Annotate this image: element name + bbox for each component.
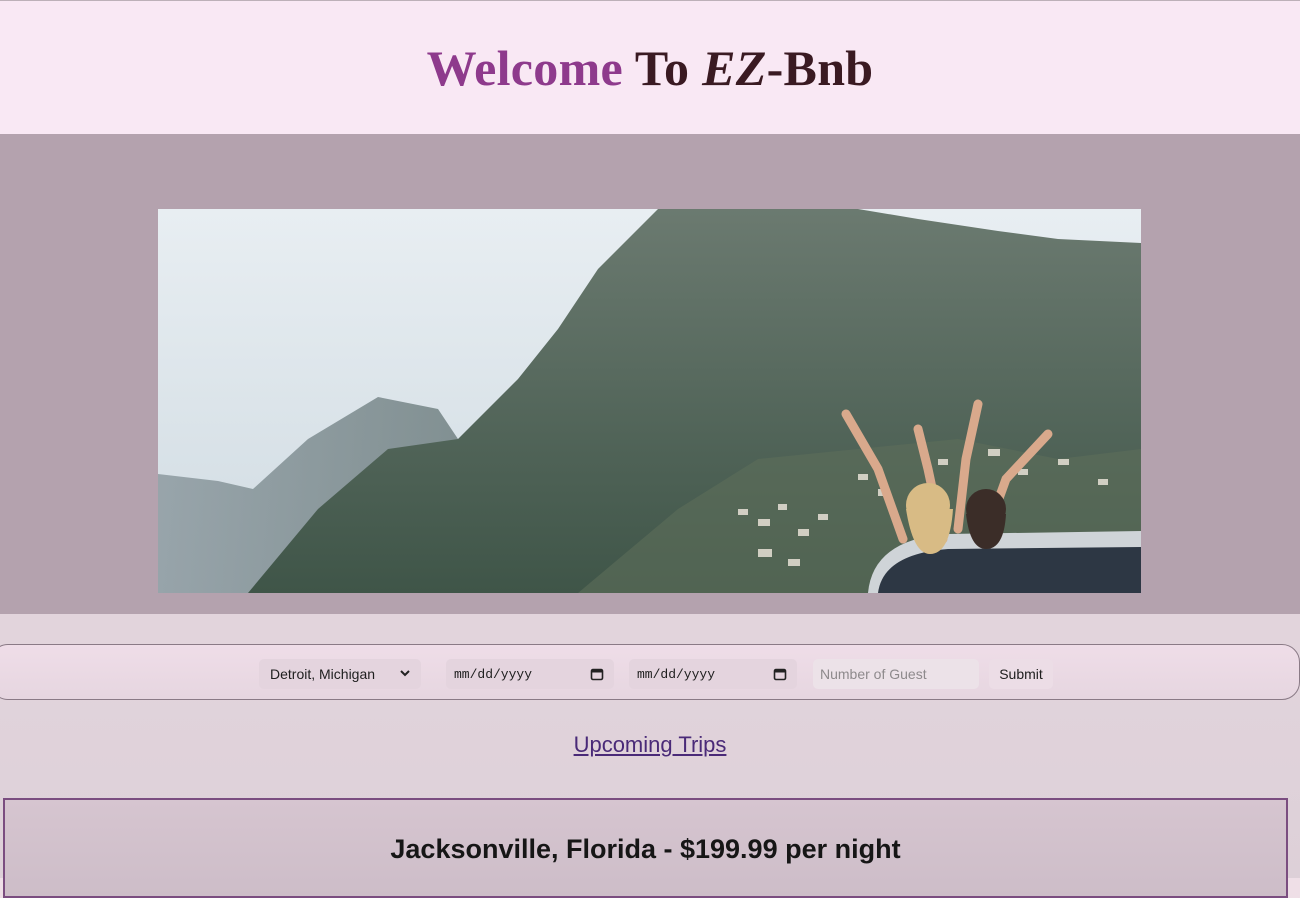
title-welcome: Welcome [426, 39, 624, 96]
title-bnb: -Bnb [766, 39, 874, 96]
check-out-placeholder: mm/dd/yyyy [637, 666, 716, 682]
hero-banner [0, 134, 1300, 614]
chevron-down-icon [400, 670, 410, 677]
page-title: Welcome To EZ-Bnb [427, 39, 874, 97]
hero-image [158, 209, 1141, 593]
check-in-date-input[interactable]: mm/dd/yyyy [446, 659, 614, 689]
site-header: Welcome To EZ-Bnb [0, 0, 1300, 134]
calendar-icon[interactable] [773, 667, 787, 681]
upcoming-trips-link[interactable]: Upcoming Trips [574, 732, 727, 757]
title-to: To [623, 39, 703, 96]
location-value: Detroit, Michigan [270, 666, 376, 682]
guests-placeholder: Number of Guest [820, 666, 927, 682]
submit-label: Submit [999, 666, 1043, 682]
booking-form: Detroit, Michigan mm/dd/yyyy mm/dd/yyyy … [0, 644, 1300, 700]
calendar-icon[interactable] [590, 667, 604, 681]
upcoming-trips-section: Upcoming Trips [0, 732, 1300, 758]
guests-input[interactable]: Number of Guest [813, 659, 979, 689]
listing-title: Jacksonville, Florida - $199.99 per nigh… [390, 834, 901, 864]
location-select[interactable]: Detroit, Michigan [259, 659, 421, 689]
listing-card: Jacksonville, Florida - $199.99 per nigh… [3, 798, 1288, 898]
submit-button[interactable]: Submit [989, 659, 1053, 689]
title-ez: EZ [702, 39, 767, 96]
check-out-date-input[interactable]: mm/dd/yyyy [629, 659, 797, 689]
check-in-placeholder: mm/dd/yyyy [454, 666, 533, 682]
